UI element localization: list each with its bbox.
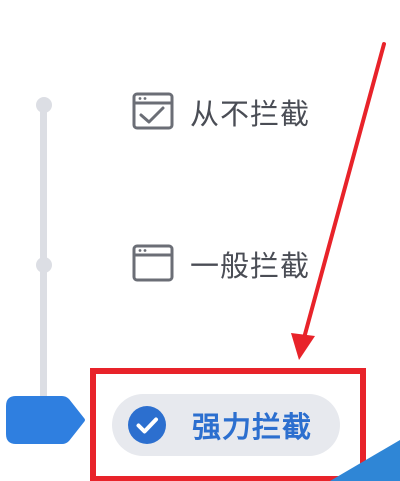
window-icon	[132, 244, 174, 282]
option-never-block-label: 从不拦截	[190, 97, 311, 131]
slider-stop-normal[interactable]	[36, 257, 52, 273]
annotation-arrow-head	[291, 333, 315, 360]
option-strong-block[interactable]: 强力拦截	[112, 394, 340, 456]
option-strong-block-label: 强力拦截	[192, 410, 313, 444]
option-normal-block-label: 一般拦截	[190, 249, 311, 283]
option-normal-block[interactable]: 一般拦截	[132, 241, 310, 287]
slider-handle[interactable]	[6, 396, 86, 444]
option-never-block[interactable]: 从不拦截	[132, 89, 310, 135]
slider-stop-never[interactable]	[36, 97, 52, 113]
check-circle-icon	[128, 406, 166, 444]
corner-decoration	[330, 440, 400, 481]
popup-block-level-panel: 从不拦截 一般拦截 强力拦截	[0, 0, 400, 481]
annotation-arrow-line	[302, 42, 386, 340]
slider-track[interactable]	[40, 103, 47, 409]
checkbox-window-icon	[132, 92, 174, 130]
